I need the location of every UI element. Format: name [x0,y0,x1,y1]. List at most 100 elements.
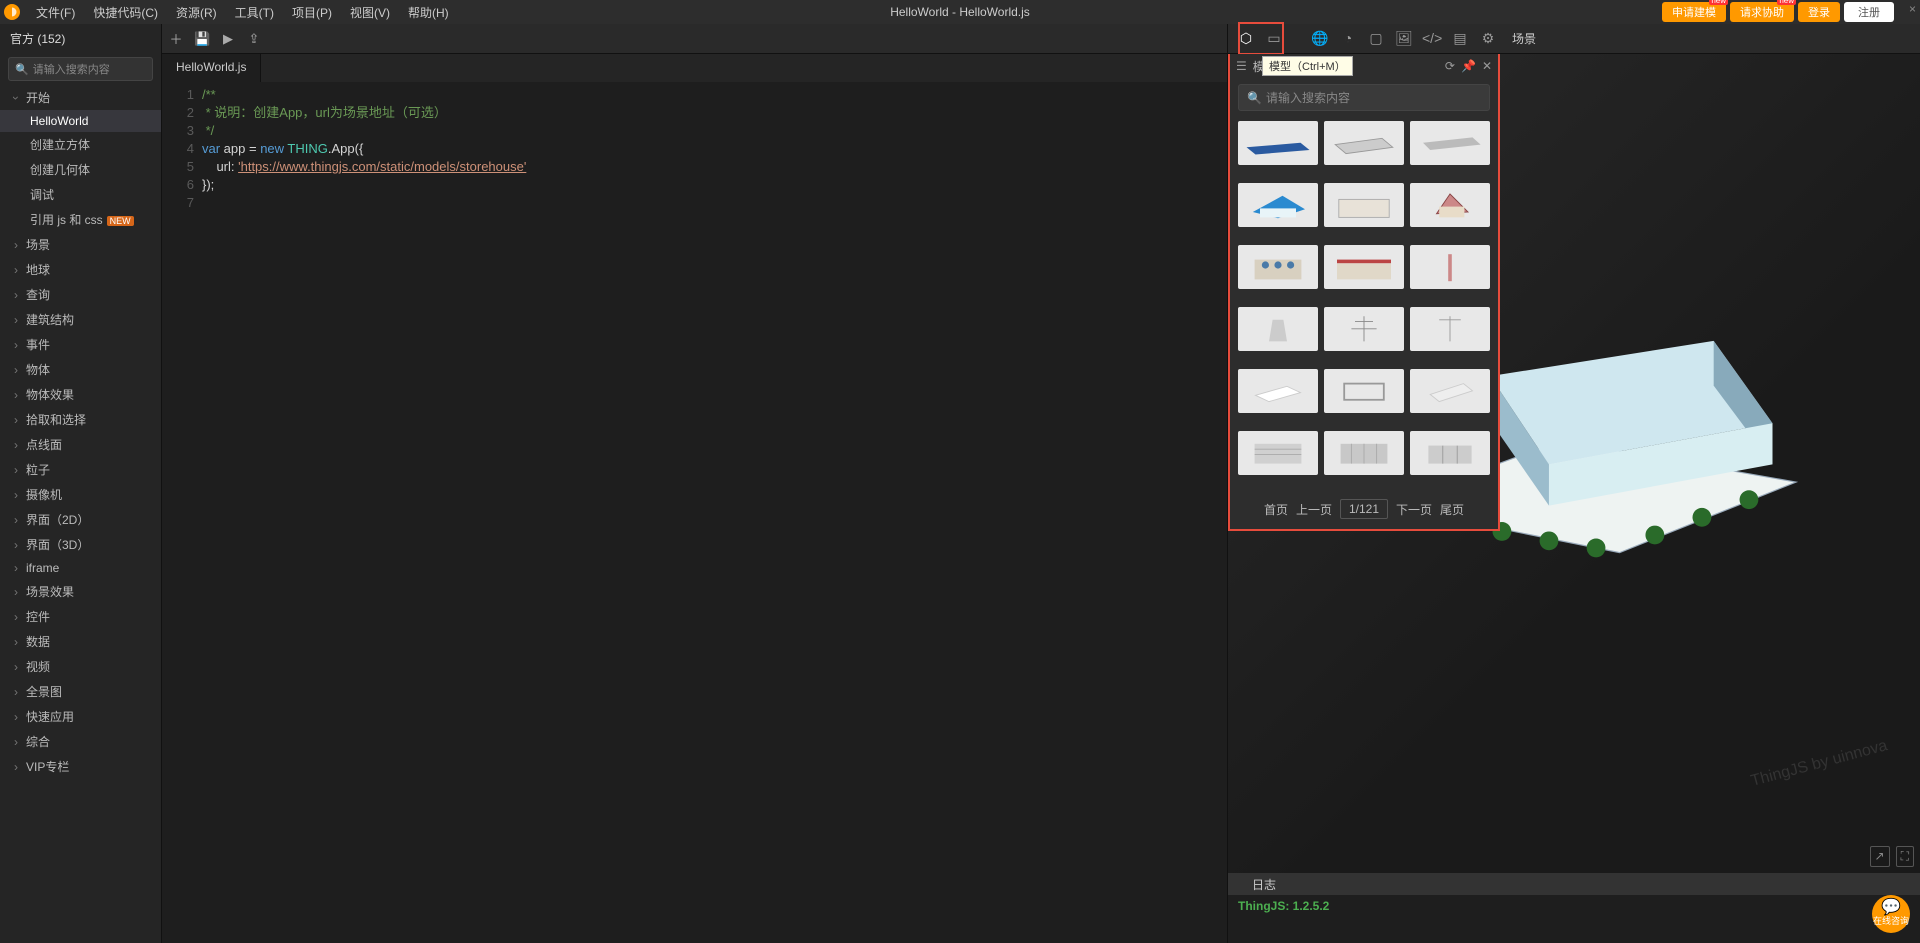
grid-icon[interactable]: ▢ [1366,30,1386,47]
code-icon[interactable]: </> [1422,30,1442,47]
menu-view[interactable]: 视图(V) [342,2,398,23]
tree-leaf[interactable]: 调试 [0,182,161,207]
model-thumbnail[interactable] [1238,307,1318,351]
code-content[interactable]: /** * 说明：创建App，url为场景地址（可选） */ var app =… [202,82,1227,943]
pager-prev[interactable]: 上一页 [1296,501,1332,518]
search-icon: 🔍 [15,63,29,76]
pager-first[interactable]: 首页 [1264,501,1288,518]
sidebar: 官方 (152) 🔍 请输入搜索内容 开始 HelloWorld创建立方体创建几… [0,24,162,943]
tree-group-begin[interactable]: 开始 [0,85,161,110]
menu-file[interactable]: 文件(F) [28,2,83,23]
model-thumbnail[interactable] [1324,121,1404,165]
tree-group[interactable]: 快速应用 [0,704,161,729]
tree-group[interactable]: 粒子 [0,457,161,482]
menu-project[interactable]: 项目(P) [284,2,340,23]
close-icon[interactable]: ✕ [1482,59,1492,73]
tree-group[interactable]: 查询 [0,282,161,307]
model-grid [1230,117,1498,491]
scene-label: 场景 [1512,30,1536,47]
watermark: ThingJS by uinnova [1750,737,1890,791]
menu-tool[interactable]: 工具(T) [227,2,282,23]
pager: 首页 上一页 1/121 下一页 尾页 [1230,491,1498,529]
tree-group[interactable]: VIP专栏 [0,754,161,779]
model-thumbnail[interactable] [1324,369,1404,413]
tree-leaf[interactable]: 引用 js 和 cssNEW [0,207,161,232]
save-icon[interactable]: 💾 [194,31,210,47]
model-thumbnail[interactable] [1410,307,1490,351]
model-thumbnail[interactable] [1410,183,1490,227]
cube-icon[interactable]: ⬡ [1236,30,1256,47]
panel-tooltip: 模型（Ctrl+M） [1262,56,1353,76]
play-icon[interactable]: ▶ [220,31,236,47]
log-tab[interactable]: 日志 [1228,873,1920,895]
tree-group[interactable]: 场景 [0,232,161,257]
menu-icon[interactable]: ☰ [1236,59,1247,73]
apply-model-button[interactable]: 申请建模new [1662,2,1726,22]
line-gutter: 1234567 [162,82,202,943]
request-help-button[interactable]: 请求协助new [1730,2,1794,22]
sidebar-search-input[interactable]: 🔍 请输入搜索内容 [8,57,153,81]
editor-tab[interactable]: HelloWorld.js [162,54,261,82]
tree-group[interactable]: 界面（2D） [0,507,161,532]
model-thumbnail[interactable] [1324,431,1404,475]
tree-group[interactable]: 控件 [0,604,161,629]
model-thumbnail[interactable] [1410,369,1490,413]
share-icon[interactable]: ⇪ [246,31,262,47]
model-thumbnail[interactable] [1238,369,1318,413]
menu-shortcut[interactable]: 快捷代码(C) [85,2,166,23]
image-icon[interactable]: 🖼 [1394,30,1414,47]
tree-group[interactable]: 地球 [0,257,161,282]
clock-icon[interactable]: ◔ [1338,30,1358,47]
tree-group[interactable]: 建筑结构 [0,307,161,332]
scene-area: ⬡ ▭ 🌐 ◔ ▢ 🖼 </> ▤ ⚙ 场景 ThingJS by uinnov… [1228,24,1920,943]
scene-canvas[interactable]: ThingJS by uinnova ThingJS by uinnova Th… [1228,54,1920,873]
tree-group[interactable]: 场景效果 [0,579,161,604]
model-thumbnail[interactable] [1238,245,1318,289]
tree-leaf[interactable]: 创建立方体 [0,132,161,157]
signup-button[interactable]: 注册 [1844,2,1894,22]
pager-next[interactable]: 下一页 [1396,501,1432,518]
chat-icon: 💬 [1881,902,1901,914]
popout-icon[interactable]: ↗ [1870,846,1890,867]
tree-leaf[interactable]: HelloWorld [0,110,161,132]
new-badge-icon: new [1709,0,1728,5]
model-thumbnail[interactable] [1410,245,1490,289]
tree-group[interactable]: 点线面 [0,432,161,457]
model-thumbnail[interactable] [1410,431,1490,475]
login-button[interactable]: 登录 [1798,2,1840,22]
tree-group[interactable]: 摄像机 [0,482,161,507]
globe-icon[interactable]: 🌐 [1310,30,1330,47]
model-thumbnail[interactable] [1324,307,1404,351]
model-thumbnail[interactable] [1410,121,1490,165]
menu-resource[interactable]: 资源(R) [168,2,225,23]
menu-help[interactable]: 帮助(H) [400,2,457,23]
settings-icon[interactable]: ⚙ [1478,30,1498,47]
model-thumbnail[interactable] [1324,245,1404,289]
pager-last[interactable]: 尾页 [1440,501,1464,518]
layers-icon[interactable]: ▭ [1264,30,1284,47]
model-thumbnail[interactable] [1324,183,1404,227]
model-thumbnail[interactable] [1238,183,1318,227]
tree-group[interactable]: 物体 [0,357,161,382]
panel-icon[interactable]: ▤ [1450,30,1470,47]
panel-search-input[interactable]: 🔍 请输入搜索内容 [1238,84,1490,111]
tree-group[interactable]: 物体效果 [0,382,161,407]
tree-leaf[interactable]: 创建几何体 [0,157,161,182]
add-icon[interactable]: ＋ [168,29,184,48]
tree-group[interactable]: 界面（3D） [0,532,161,557]
pin-icon[interactable]: 📌 [1461,59,1476,73]
code-editor[interactable]: 1234567 /** * 说明：创建App，url为场景地址（可选） */ v… [162,82,1227,943]
chat-fab-button[interactable]: 💬 在线咨询 [1872,895,1910,933]
refresh-icon[interactable]: ⟳ [1445,59,1455,73]
window-close-icon[interactable]: × [1909,2,1916,16]
tree-group[interactable]: 事件 [0,332,161,357]
model-thumbnail[interactable] [1238,431,1318,475]
tree-group[interactable]: 数据 [0,629,161,654]
tree-group[interactable]: 拾取和选择 [0,407,161,432]
model-thumbnail[interactable] [1238,121,1318,165]
tree-group[interactable]: 全景图 [0,679,161,704]
tree-group[interactable]: 视频 [0,654,161,679]
tree-group[interactable]: iframe [0,557,161,579]
fullscreen-icon[interactable]: ⛶ [1896,846,1914,867]
tree-group[interactable]: 综合 [0,729,161,754]
